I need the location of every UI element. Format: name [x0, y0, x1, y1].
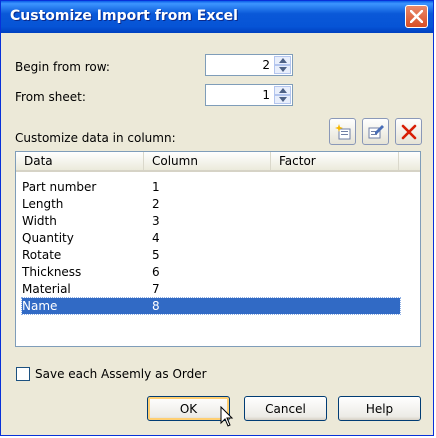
table-row-selected[interactable]: Name 8 — [21, 297, 401, 315]
begin-row-spinner[interactable] — [205, 54, 293, 76]
edit-icon — [368, 125, 384, 139]
from-sheet-up-button[interactable] — [274, 86, 291, 95]
add-button[interactable] — [329, 118, 356, 145]
delete-button[interactable] — [395, 118, 422, 145]
arrow-down-icon — [279, 67, 287, 72]
begin-row-input[interactable] — [208, 57, 270, 73]
column-header-factor[interactable]: Factor — [271, 152, 399, 170]
save-as-order-checkbox[interactable] — [16, 367, 30, 381]
row-data-cell: Width — [22, 214, 57, 228]
help-button[interactable]: Help — [338, 396, 421, 421]
list-header: Data Column Factor — [16, 152, 420, 172]
row-data-cell: Quantity — [22, 231, 74, 245]
data-column-list[interactable]: Data Column Factor Part number 1 Length … — [15, 151, 421, 347]
arrow-up-icon — [279, 58, 287, 63]
dialog-window: Customize Import from Excel Begin from r… — [0, 0, 434, 436]
column-header-data[interactable]: Data — [16, 152, 144, 170]
cancel-button[interactable]: Cancel — [244, 396, 327, 421]
row-column-cell: 8 — [152, 299, 160, 313]
row-column-cell: 2 — [152, 197, 160, 211]
row-data-cell: Rotate — [22, 248, 62, 262]
column-header-column[interactable]: Column — [144, 152, 271, 170]
row-data-cell: Length — [22, 197, 64, 211]
row-column-cell: 3 — [152, 214, 160, 228]
add-icon — [335, 124, 351, 140]
arrow-up-icon — [279, 88, 287, 93]
table-row[interactable]: Length 2 — [22, 196, 400, 212]
table-row[interactable]: Quantity 4 — [22, 230, 400, 246]
edit-button[interactable] — [362, 118, 389, 145]
table-row[interactable]: Thickness 6 — [22, 264, 400, 280]
table-row[interactable]: Part number 1 — [22, 179, 400, 195]
delete-icon — [401, 124, 417, 140]
from-sheet-down-button[interactable] — [274, 95, 291, 104]
mouse-pointer-icon — [220, 406, 234, 427]
row-column-cell: 6 — [152, 265, 160, 279]
from-sheet-label: From sheet: — [15, 90, 86, 104]
table-row[interactable]: Width 3 — [22, 213, 400, 229]
begin-row-label: Begin from row: — [15, 60, 110, 74]
table-row[interactable]: Material 7 — [22, 281, 400, 297]
row-column-cell: 1 — [152, 180, 160, 194]
from-sheet-spinner[interactable] — [205, 84, 293, 106]
begin-row-up-button[interactable] — [274, 56, 291, 65]
row-column-cell: 5 — [152, 248, 160, 262]
window-title: Customize Import from Excel — [10, 8, 238, 24]
close-button[interactable] — [405, 5, 428, 28]
table-row[interactable]: Rotate 5 — [22, 247, 400, 263]
close-icon — [410, 10, 423, 23]
ok-button[interactable]: OK — [147, 396, 230, 421]
save-as-order-label[interactable]: Save each Assemly as Order — [35, 367, 207, 381]
row-data-cell: Thickness — [22, 265, 82, 279]
customize-label: Customize data in column: — [15, 131, 176, 145]
row-column-cell: 7 — [152, 282, 160, 296]
row-column-cell: 4 — [152, 231, 160, 245]
from-sheet-input[interactable] — [208, 87, 270, 103]
row-data-cell: Name — [22, 299, 58, 313]
row-data-cell: Material — [22, 282, 71, 296]
begin-row-down-button[interactable] — [274, 65, 291, 74]
row-data-cell: Part number — [22, 180, 97, 194]
arrow-down-icon — [279, 97, 287, 102]
title-bar[interactable]: Customize Import from Excel — [1, 1, 433, 33]
